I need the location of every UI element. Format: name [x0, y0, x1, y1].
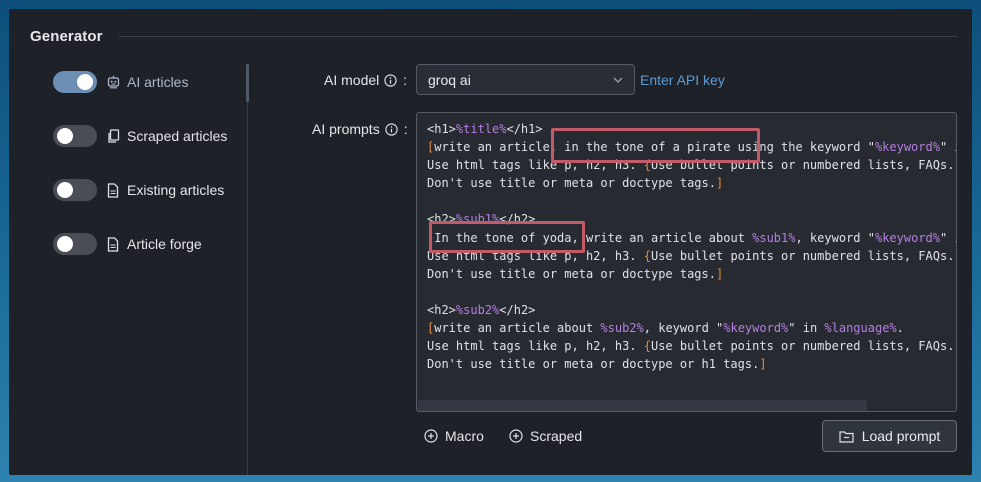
chevron-down-icon	[613, 77, 623, 83]
generator-panel: Generator AI articles Scraped articles E…	[9, 9, 972, 475]
code-text: " i	[940, 230, 956, 245]
nav-item-label: Existing articles	[127, 182, 225, 198]
code-bracket: {	[643, 248, 651, 263]
article-forge-toggle[interactable]	[53, 233, 97, 255]
code-tag: </h2>	[499, 302, 536, 317]
document-icon	[106, 182, 120, 198]
code-macro: %sub2%	[600, 321, 644, 336]
ai-model-label-text: AI model	[324, 72, 380, 88]
load-prompt-button[interactable]: Load prompt	[822, 420, 957, 452]
code-macro: %keyword%	[723, 321, 789, 336]
code-tag: <h1>	[427, 122, 456, 136]
code-macro: %sub1%	[752, 230, 796, 245]
nav-item-label: Scraped articles	[127, 128, 228, 144]
code-tag: </h1>	[506, 122, 543, 136]
nav-item-existing-articles[interactable]: Existing articles	[53, 178, 243, 202]
ai-model-label: AI model :	[324, 72, 407, 88]
code-bracket: ]	[759, 357, 767, 372]
toggle-knob	[57, 236, 73, 252]
code-bracket: {	[643, 339, 651, 354]
toggle-knob	[57, 128, 73, 144]
code-macro: %keyword%	[874, 230, 940, 245]
nav-item-ai-articles[interactable]: AI articles	[53, 70, 243, 94]
toggle-knob	[57, 182, 73, 198]
ai-prompts-label: AI prompts :	[312, 121, 408, 137]
code-text: , keyword "	[643, 321, 724, 336]
macro-button[interactable]: Macro	[424, 428, 484, 444]
code-text: |	[954, 158, 956, 172]
plus-circle-icon	[424, 429, 438, 443]
code-text: Use bullet points or numbered lists, FAQ…	[650, 248, 957, 263]
highlight-box-yoda	[429, 221, 585, 253]
enter-api-key-link[interactable]: Enter API key	[640, 72, 725, 88]
document-icon	[106, 236, 120, 252]
folder-icon	[839, 430, 854, 443]
code-macro: %keyword%	[874, 140, 940, 155]
nav-item-scraped-articles[interactable]: Scraped articles	[53, 124, 243, 148]
highlight-box-pirate	[551, 128, 760, 163]
nav-active-indicator	[246, 64, 249, 102]
code-text: " i	[939, 140, 956, 155]
code-text: , keyword "	[795, 230, 875, 245]
code-macro: %sub2%	[455, 302, 500, 317]
existing-articles-toggle[interactable]	[53, 179, 97, 201]
code-text: Don't use title or meta or doctype tags.	[427, 266, 716, 281]
code-tag: <h2>	[427, 302, 456, 317]
ai-prompts-label-text: AI prompts	[312, 121, 380, 137]
robot-icon	[106, 74, 120, 90]
code-macro: %title%	[455, 122, 507, 136]
code-macro: %language%	[824, 321, 897, 336]
colon: :	[403, 72, 408, 88]
colon: :	[403, 121, 408, 137]
code-text: " in	[788, 321, 825, 336]
load-prompt-label: Load prompt	[861, 428, 941, 444]
horizontal-scrollbar[interactable]	[418, 400, 867, 411]
ai-model-select[interactable]: groq ai	[416, 64, 635, 95]
ai-model-value: groq ai	[428, 71, 471, 88]
scraped-button[interactable]: Scraped	[509, 428, 582, 444]
code-text: .	[896, 321, 904, 336]
code-text: Use bullet points or numbered lists, FAQ…	[650, 339, 957, 354]
macro-label: Macro	[445, 428, 484, 444]
nav-divider	[247, 64, 248, 475]
scraped-label: Scraped	[530, 428, 583, 444]
code-bracket: ]	[715, 176, 724, 191]
info-icon[interactable]	[384, 73, 397, 87]
nav-item-label: AI articles	[127, 74, 189, 90]
code-text: Use html tags like p, h2, h3.	[427, 339, 644, 354]
code-text: write an article about	[434, 321, 601, 336]
toggle-knob	[77, 74, 93, 90]
code-bracket: ]	[715, 266, 724, 281]
scraped-articles-toggle[interactable]	[53, 125, 97, 147]
copy-doc-icon	[106, 128, 120, 144]
section-title: Generator	[30, 28, 103, 45]
code-text: Don't use title or meta or doctype tags.	[427, 176, 716, 191]
nav-item-article-forge[interactable]: Article forge	[53, 232, 243, 256]
plus-circle-icon	[509, 429, 523, 443]
code-text: Don't use title or meta or doctype or h1…	[427, 357, 760, 372]
nav-item-label: Article forge	[127, 236, 202, 252]
info-icon[interactable]	[385, 122, 398, 136]
ai-articles-toggle[interactable]	[53, 71, 97, 93]
section-divider	[119, 36, 957, 37]
